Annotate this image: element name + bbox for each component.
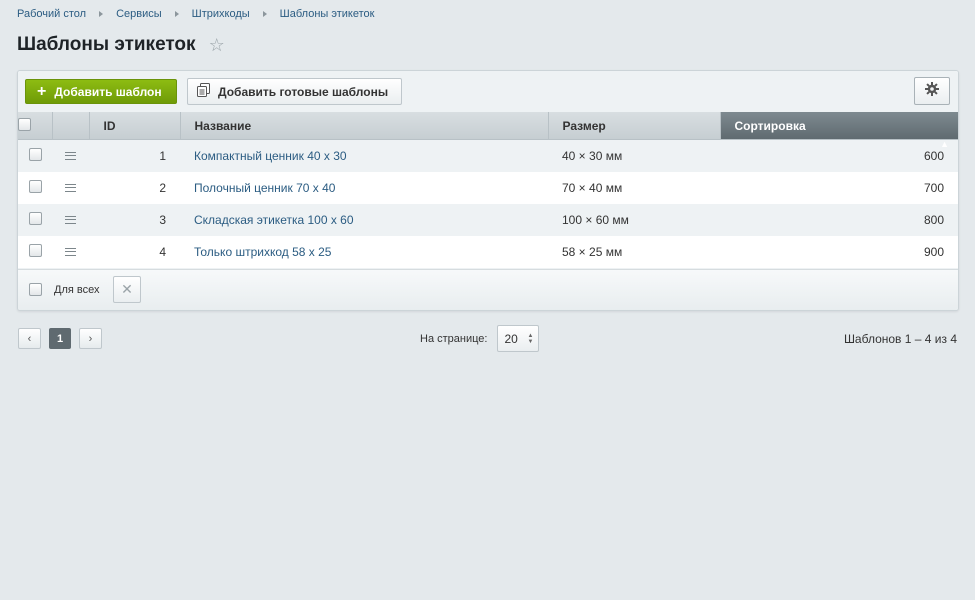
column-header-size[interactable]: Размер (548, 112, 721, 140)
row-sort: 700 (720, 171, 958, 204)
next-page-button[interactable]: › (79, 328, 102, 349)
row-sort: 600 (720, 139, 958, 172)
row-name-link[interactable]: Полочный ценник 70 x 40 (194, 181, 335, 195)
for-all-label: Для всех (54, 283, 100, 296)
per-page-select[interactable]: 20 ▲ ▼ (497, 325, 540, 352)
current-page[interactable]: 1 (49, 328, 71, 349)
row-name-link[interactable]: Складская этикетка 100 x 60 (194, 213, 354, 227)
close-icon: ✕ (121, 281, 133, 297)
row-sort: 900 (720, 235, 958, 268)
pagination: ‹ 1 › (18, 328, 102, 349)
spinner-arrows-icon: ▲ ▼ (527, 333, 534, 345)
copy-icon (197, 83, 210, 100)
per-page-control: На странице: 20 ▲ ▼ (420, 325, 540, 352)
for-all-checkbox[interactable] (29, 283, 42, 296)
row-checkbox[interactable] (28, 243, 42, 257)
row-checkbox[interactable] (28, 147, 42, 161)
total-count: Шаблонов 1 – 4 из 4 (843, 332, 957, 346)
row-name-link[interactable]: Только штрихкод 58 x 25 (194, 245, 331, 259)
delete-button[interactable]: ✕ (113, 276, 141, 303)
breadcrumb-item-barcodes[interactable]: Штрихкоды (192, 8, 250, 20)
table-row[interactable]: 1 Компактный ценник 40 x 30 40 × 30 мм 6… (18, 139, 958, 172)
settings-button[interactable] (914, 77, 950, 105)
breadcrumb: Рабочий стол Сервисы Штрихкоды Шаблоны э… (17, 8, 374, 20)
drag-handle-icon[interactable] (65, 151, 76, 160)
breadcrumb-item-services[interactable]: Сервисы (116, 8, 162, 20)
for-all-control: Для всех (29, 283, 99, 296)
chevron-right-icon (99, 11, 104, 17)
row-id: 1 (89, 139, 180, 172)
row-size: 40 × 30 мм (548, 139, 720, 172)
table-header-row: ID Название Размер Сортировка ▲ (18, 112, 958, 149)
drag-handle-icon[interactable] (65, 183, 76, 192)
sort-ascending-icon: ▲ (940, 139, 949, 149)
select-all-checkbox[interactable] (18, 117, 31, 131)
star-icon[interactable]: ☆ (209, 36, 225, 54)
plus-icon: + (37, 82, 47, 100)
row-checkbox[interactable] (28, 211, 42, 225)
drag-handle-icon[interactable] (65, 247, 76, 256)
row-name-link[interactable]: Компактный ценник 40 x 30 (194, 149, 347, 163)
select-all-header (18, 112, 53, 140)
column-header-sort[interactable]: Сортировка ▲ (720, 112, 958, 149)
chevron-right-icon: › (88, 332, 93, 345)
add-template-label: Добавить шаблон (54, 84, 162, 99)
chevron-right-icon (174, 11, 179, 17)
toolbar: + Добавить шаблон Добавить готовые шабло… (18, 71, 958, 112)
templates-table: ID Название Размер Сортировка ▲ 1 Компакт… (18, 112, 958, 268)
chevron-left-icon: ‹ (27, 332, 32, 345)
breadcrumb-item-label-templates[interactable]: Шаблоны этикеток (280, 8, 375, 20)
breadcrumb-item-desktop[interactable]: Рабочий стол (17, 8, 86, 20)
gear-icon (925, 81, 939, 101)
drag-header (52, 112, 90, 140)
column-header-id[interactable]: ID (89, 112, 181, 140)
row-size: 70 × 40 мм (548, 171, 720, 204)
row-id: 3 (89, 203, 180, 236)
table-row[interactable]: 2 Полочный ценник 70 x 40 70 × 40 мм 700 (18, 171, 958, 204)
prev-page-button[interactable]: ‹ (18, 328, 41, 349)
row-checkbox[interactable] (28, 179, 42, 193)
row-size: 100 × 60 мм (548, 203, 720, 236)
row-id: 2 (89, 171, 180, 204)
row-id: 4 (89, 235, 180, 268)
templates-panel: + Добавить шаблон Добавить готовые шабло… (17, 70, 959, 311)
add-template-button[interactable]: + Добавить шаблон (25, 79, 177, 104)
drag-handle-icon[interactable] (65, 215, 76, 224)
table-footer: Для всех ✕ (18, 269, 958, 310)
title-row: Шаблоны этикеток ☆ (17, 34, 225, 56)
chevron-right-icon (262, 11, 267, 17)
per-page-label: На странице: (420, 332, 488, 345)
row-size: 58 × 25 мм (548, 235, 720, 268)
page-title: Шаблоны этикеток (17, 34, 196, 55)
row-sort: 800 (720, 203, 958, 236)
column-header-name[interactable]: Название (180, 112, 549, 140)
add-ready-templates-label: Добавить готовые шаблоны (218, 84, 389, 99)
table-row[interactable]: 3 Складская этикетка 100 x 60 100 × 60 м… (18, 203, 958, 236)
per-page-value: 20 (504, 331, 518, 346)
add-ready-templates-button[interactable]: Добавить готовые шаблоны (187, 78, 403, 105)
table-row[interactable]: 4 Только штрихкод 58 x 25 58 × 25 мм 900 (18, 235, 958, 268)
